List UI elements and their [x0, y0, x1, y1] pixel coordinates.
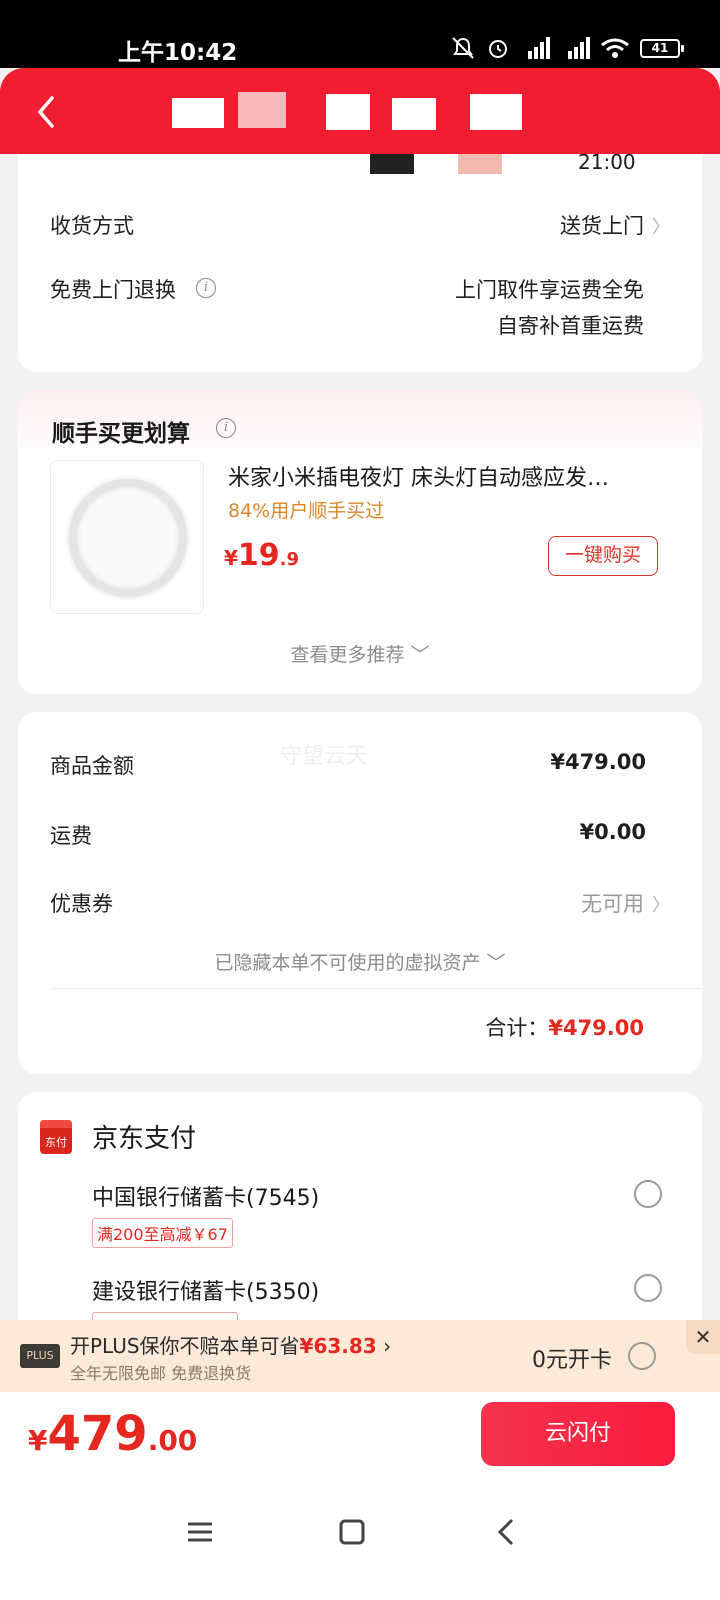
checkout-decimal: .00 [147, 1424, 198, 1457]
delivery-card: 21:00 收货方式 送货上门〉 免费上门退换 i 上门取件享运费全免 自寄补首… [18, 150, 702, 372]
menu-icon[interactable] [180, 1512, 220, 1552]
payment-title: 京东支付 [92, 1124, 197, 1154]
signal-hd-icon [528, 37, 550, 59]
coupon-value: 无可用 [581, 892, 644, 916]
jd-pay-icon-text: 东付 [45, 1136, 67, 1149]
product-social-proof: 84%用户顺手买过 [228, 500, 385, 522]
divider [50, 988, 702, 989]
info-icon[interactable]: i [196, 278, 216, 298]
chevron-down-icon: ﹀ [486, 952, 506, 974]
payment-radio[interactable] [634, 1274, 662, 1302]
plus-badge: PLUS [20, 1344, 60, 1368]
shipping-label: 运费 [50, 824, 92, 848]
price-currency: ¥ [224, 546, 238, 570]
redacted-title-block [326, 94, 370, 130]
recommend-title: 顺手买更划算 [52, 421, 190, 447]
delivery-method-value: 送货上门 [560, 214, 644, 238]
chevron-right-icon: › [376, 1334, 392, 1358]
chevron-down-icon: ﹀ [410, 644, 430, 666]
hidden-assets-link[interactable]: 已隐藏本单不可使用的虚拟资产 ﹀ [18, 948, 702, 975]
home-icon[interactable] [332, 1512, 372, 1552]
goods-amount-label: 商品金额 [50, 754, 134, 778]
price-decimal: .9 [279, 549, 300, 570]
page-header [0, 68, 720, 154]
free-return-line2: 自寄补首重运费 [497, 314, 644, 338]
watermark: 守望云天 [280, 744, 369, 769]
checkout-total: ¥479.00 [28, 1406, 197, 1462]
pay-button[interactable]: 云闪付 [481, 1402, 675, 1466]
delivery-method-row[interactable]: 送货上门〉 [560, 210, 670, 240]
checkout-bar: ¥479.00 云闪付 [0, 1392, 720, 1488]
checkout-integer: 479 [47, 1406, 148, 1462]
plus-main-text: 开PLUS保你不赔本单可省¥63.83 › [70, 1330, 391, 1359]
payment-radio[interactable] [634, 1180, 662, 1208]
product-price: ¥19.9 [224, 538, 299, 573]
product-image[interactable] [50, 460, 204, 614]
status-icons: 41 [450, 36, 684, 60]
shipping-value: ¥0.00 [579, 820, 646, 844]
delivery-time-partial: 21:00 [578, 150, 636, 174]
plus-save-amount: ¥63.83 [299, 1334, 377, 1358]
redacted-title-block [392, 98, 436, 130]
back-icon[interactable] [30, 92, 60, 132]
redacted-title-block [238, 92, 286, 128]
free-return-label: 免费上门退换 [50, 278, 176, 302]
alarm-icon [489, 40, 507, 58]
signal-hd2-icon [568, 37, 590, 59]
plus-radio[interactable] [628, 1342, 656, 1370]
redacted-block [458, 154, 502, 174]
free-return-line1: 上门取件享运费全免 [455, 278, 644, 302]
total-row: 合计：¥479.00 [485, 1012, 644, 1042]
bank-name: 中国银行储蓄卡(7545) [92, 1186, 320, 1211]
redacted-title-block [470, 94, 522, 130]
close-icon[interactable]: ✕ [686, 1320, 720, 1354]
hidden-assets-label: 已隐藏本单不可使用的虚拟资产 [214, 952, 481, 974]
payment-method-1[interactable]: 中国银行储蓄卡(7545) 满200至高减￥67 [18, 1172, 702, 1252]
redacted-title-block [172, 98, 224, 128]
plus-open-card: 0元开卡 [532, 1348, 612, 1373]
chevron-right-icon: 〉 [652, 895, 670, 916]
payment-card: 东付 京东支付 中国银行储蓄卡(7545) 满200至高减￥67 建设银行储蓄卡… [18, 1092, 702, 1352]
plus-main-label: 开PLUS保你不赔本单可省 [70, 1334, 300, 1358]
more-recommend-label: 查看更多推荐 [290, 644, 405, 666]
recommend-card: 顺手买更划算 i 米家小米插电夜灯 床头灯自动感应发… 84%用户顺手买过 ¥1… [18, 390, 702, 694]
wifi-icon [601, 38, 629, 58]
price-integer: 19 [237, 538, 280, 573]
checkout-currency: ¥ [28, 1424, 48, 1457]
info-icon[interactable]: i [216, 418, 236, 438]
chevron-right-icon: 〉 [652, 217, 670, 238]
night-light-image [69, 479, 187, 597]
total-value: ¥479.00 [548, 1016, 644, 1040]
system-nav-bar [0, 1488, 720, 1600]
bank-name: 建设银行储蓄卡(5350) [92, 1280, 320, 1305]
bell-off-icon [452, 37, 474, 59]
plus-sub-text: 全年无限免邮 免费退换货 [70, 1364, 252, 1383]
one-click-buy-button[interactable]: 一键购买 [548, 536, 658, 576]
battery-icon: 41 [640, 38, 684, 58]
plus-promo-bar[interactable]: PLUS 开PLUS保你不赔本单可省¥63.83 › 全年无限免邮 免费退换货 … [0, 1320, 720, 1392]
redacted-block [370, 154, 414, 174]
delivery-method-label: 收货方式 [50, 214, 134, 238]
order-summary-card: 守望云天 商品金额 ¥479.00 运费 ¥0.00 优惠券 无可用〉 已隐藏本… [18, 712, 702, 1074]
more-recommend-link[interactable]: 查看更多推荐 ﹀ [18, 640, 702, 667]
coupon-label: 优惠券 [50, 892, 113, 916]
total-label: 合计： [485, 1016, 549, 1040]
product-name[interactable]: 米家小米插电夜灯 床头灯自动感应发… [228, 460, 658, 492]
promo-tag: 满200至高减￥67 [92, 1218, 233, 1248]
status-bar: 上午10:42 41 [0, 0, 720, 68]
jd-pay-icon: 东付 [40, 1120, 72, 1154]
status-time: 上午10:42 [118, 40, 238, 66]
goods-amount-value: ¥479.00 [550, 750, 646, 774]
back-nav-icon[interactable] [488, 1512, 528, 1552]
coupon-row[interactable]: 无可用〉 [581, 888, 670, 918]
